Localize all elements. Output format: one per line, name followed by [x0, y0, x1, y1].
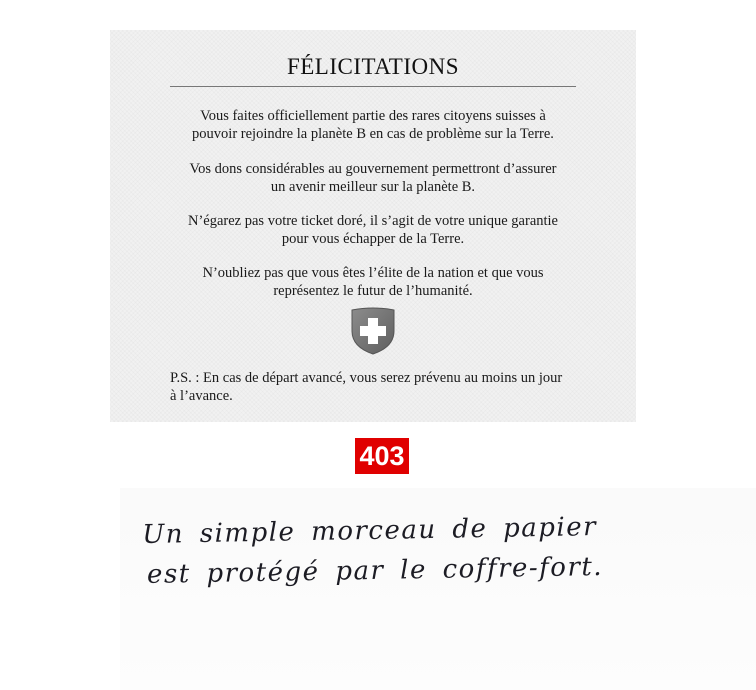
paragraph-line: pouvoir rejoindre la planète B en cas de… [192, 125, 554, 142]
letter-title: FÉLICITATIONS [286, 54, 460, 79]
congratulations-letter: FÉLICITATIONS Vous faites officiellement… [110, 30, 636, 422]
postscript-line: P.S. : En cas de départ avancé, vous ser… [170, 370, 563, 386]
paragraph-line: un avenir meilleur sur la planète B. [270, 178, 476, 195]
letter-paragraph: Vous faites officiellement partie des ra… [150, 108, 596, 143]
letter-paragraph: N’égarez pas votre ticket doré, il s’agi… [150, 213, 596, 248]
handwritten-note: Un simple morceau de papier est protégé … [142, 506, 643, 595]
status-code-badge: 403 [355, 438, 409, 474]
paragraph-line: N’égarez pas votre ticket doré, il s’agi… [188, 213, 558, 229]
paragraph-line: Vous faites officiellement partie des ra… [200, 108, 546, 124]
swiss-coat-of-arms-icon [350, 307, 396, 355]
postscript-line: à l’avance. [170, 387, 233, 404]
paragraph-line: représentez le futur de l’humanité. [273, 282, 473, 299]
title-divider [170, 86, 576, 87]
letter-postscript: P.S. : En cas de départ avancé, vous ser… [170, 370, 590, 405]
paragraph-line: pour vous échapper de la Terre. [281, 230, 465, 247]
paragraph-line: Vos dons considérables au gouvernement p… [189, 161, 557, 177]
letter-paragraph: Vos dons considérables au gouvernement p… [150, 161, 596, 196]
paragraph-line: N’oubliez pas que vous êtes l’élite de l… [202, 265, 544, 281]
letter-paragraph: N’oubliez pas que vous êtes l’élite de l… [150, 265, 596, 300]
